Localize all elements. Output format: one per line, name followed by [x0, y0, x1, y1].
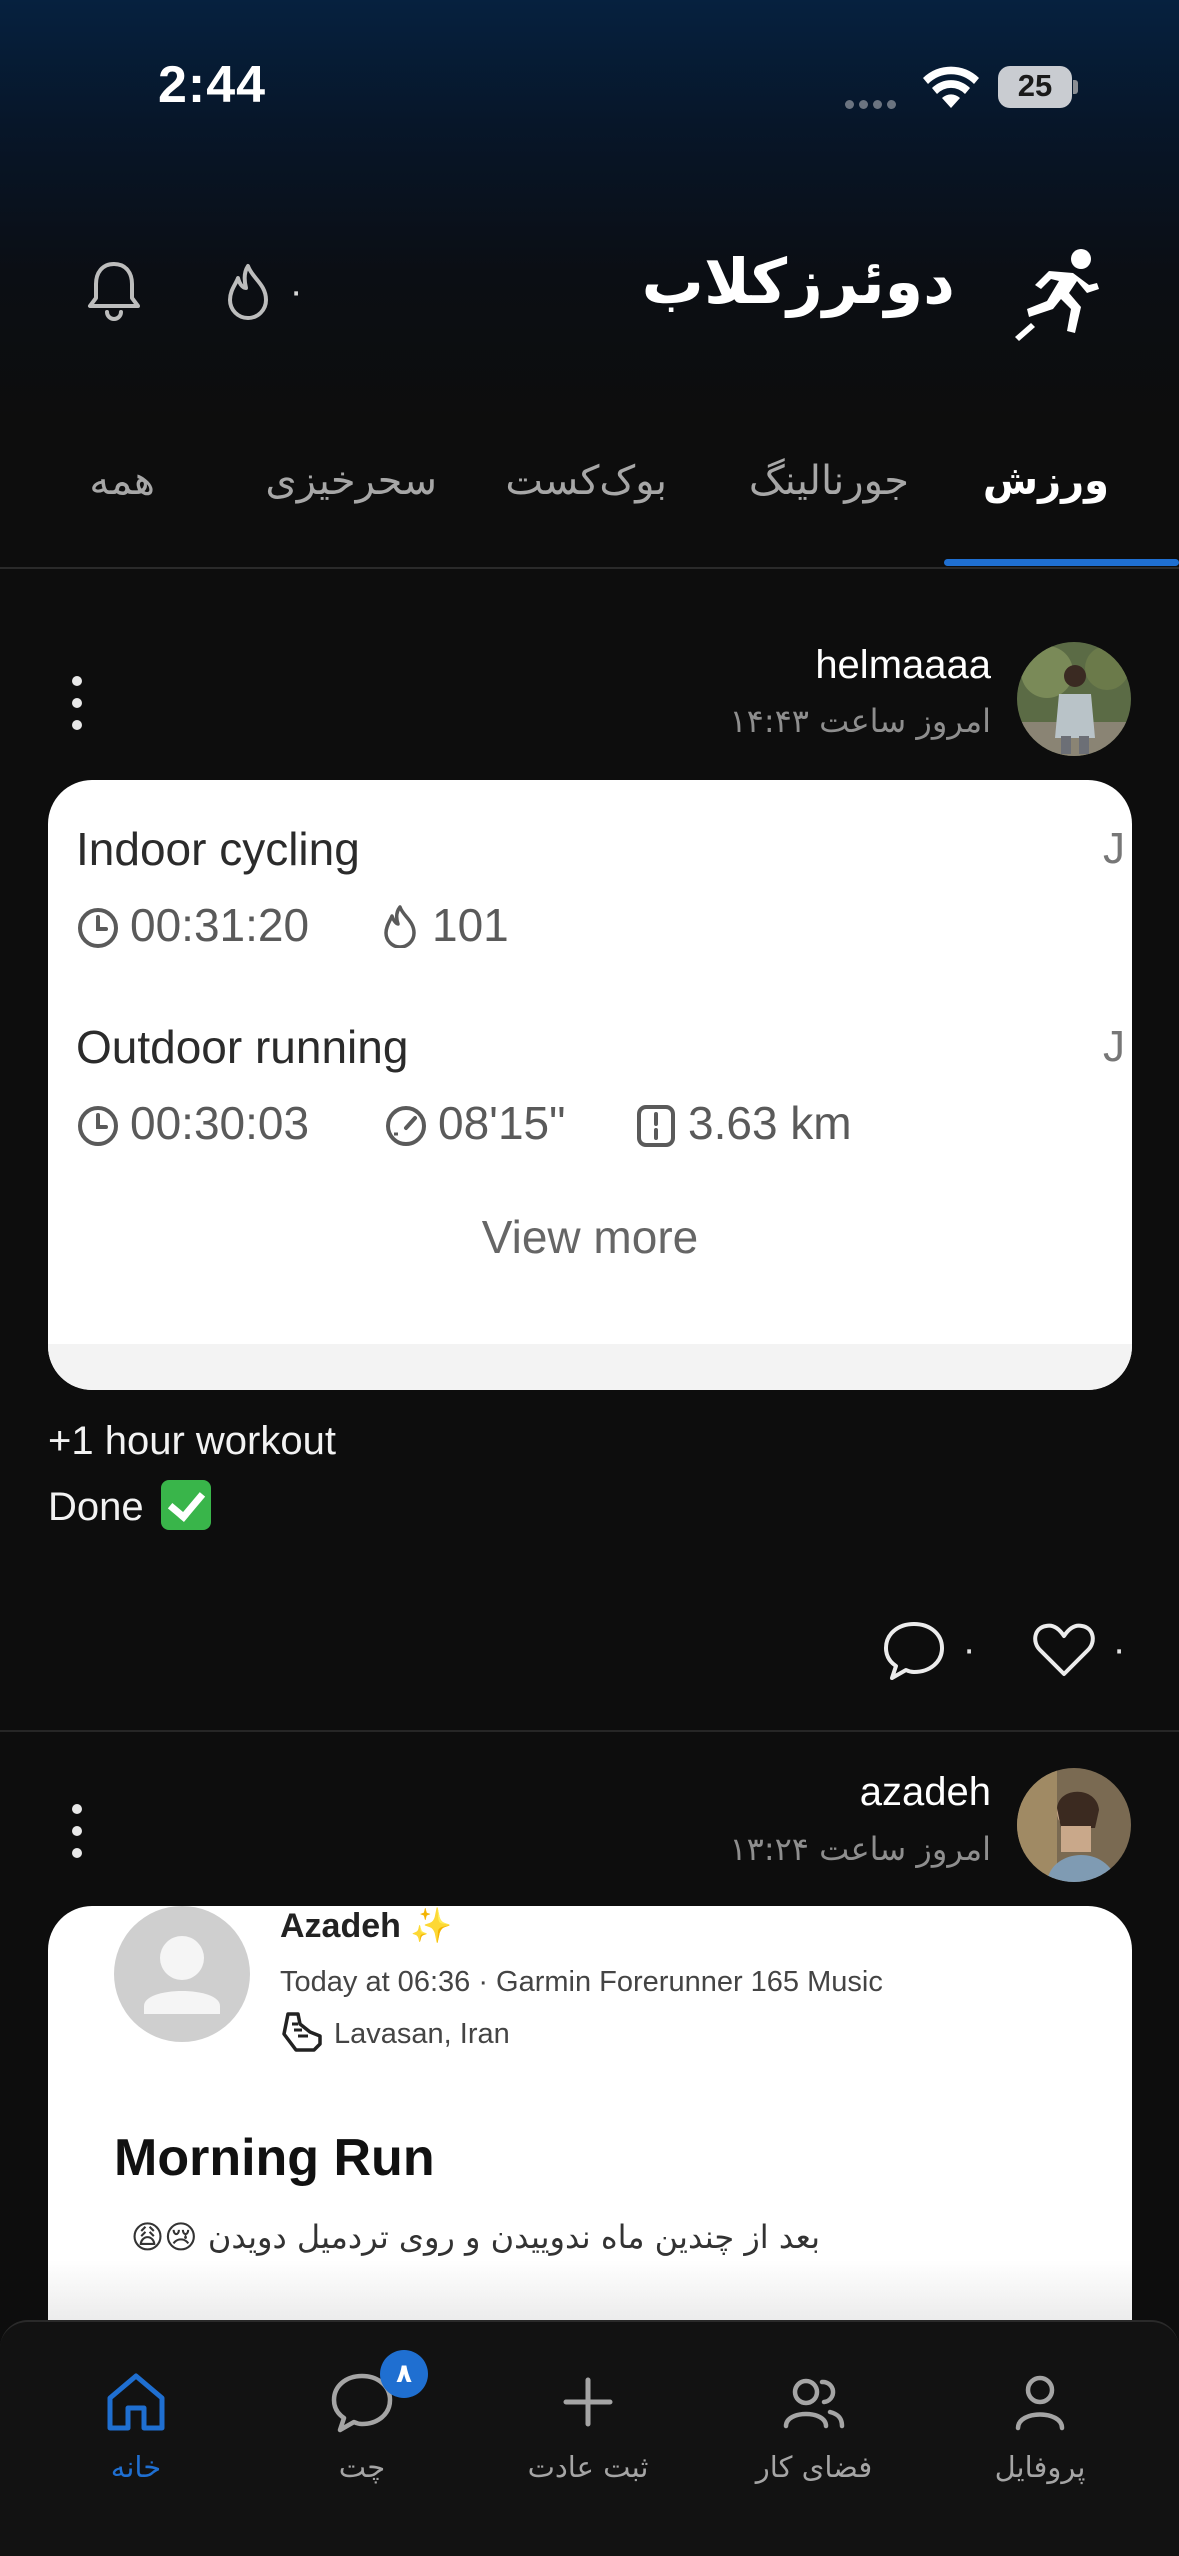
unread-badge: ۸	[380, 2350, 428, 2398]
streak-count: ۰	[287, 272, 306, 312]
default-avatar-icon	[114, 1906, 250, 2042]
clock-icon	[78, 1106, 118, 1146]
post-caption: +1 hour workout Done	[48, 1408, 336, 1540]
activity-description: بعد از چندین ماه ندوییدن و روی تردمیل دو…	[130, 2218, 820, 2256]
plus-icon	[563, 2377, 613, 2427]
shoe-icon	[282, 2012, 322, 2052]
profile-icon	[1015, 2375, 1065, 2431]
divider	[0, 567, 1179, 569]
tab-bookcast[interactable]: بوک‌کست	[505, 458, 667, 504]
category-tabs: ورزش جورنالینگ بوک‌کست سحرخیزی همه	[0, 430, 1179, 570]
cellular-signal-icon	[845, 94, 905, 109]
home-icon	[107, 2373, 165, 2431]
activity-duration: 00:30:03	[130, 1097, 310, 1149]
nav-label: ثبت عادت	[527, 2450, 649, 2484]
battery-icon: 25	[998, 66, 1078, 108]
nav-workspace[interactable]: فضای کار	[714, 2350, 914, 2490]
active-tab-indicator	[944, 559, 1179, 566]
activity-calories: 101	[432, 899, 509, 951]
nav-home[interactable]: خانه	[36, 2350, 236, 2490]
post-time: امروز ساعت ۱۳:۲۴	[729, 1830, 991, 1868]
avatar[interactable]	[1017, 1768, 1131, 1882]
heart-icon[interactable]	[1032, 1618, 1096, 1682]
nav-label: پروفایل	[994, 2450, 1086, 2484]
bell-icon[interactable]	[82, 258, 146, 322]
activity-title: Morning Run	[114, 2129, 435, 2187]
card-fade	[48, 2260, 1132, 2320]
activity-trailing-text: J	[1103, 824, 1125, 873]
status-time: 2:44	[158, 56, 267, 114]
activity-title: Outdoor running	[76, 1021, 409, 1073]
strava-activity-card[interactable]: Azadeh ✨ Today at 06:36 · Garmin Forerun…	[48, 1906, 1132, 2320]
pace-gauge-icon	[386, 1106, 426, 1146]
battery-level: 25	[1017, 68, 1053, 103]
workspace-icon	[783, 2378, 845, 2429]
nav-add-habit[interactable]: ثبت عادت	[488, 2350, 688, 2490]
bottom-navigation: خانه ۸ چت ثبت عادت فضای کار پروفایل	[0, 2320, 1179, 2556]
comment-icon[interactable]	[882, 1618, 946, 1682]
workout-card[interactable]: Indoor cycling J 00:31:20 101 Outdoor ru…	[48, 780, 1132, 1390]
tab-sport[interactable]: ورزش	[983, 458, 1109, 504]
like-count: ۰	[1110, 1630, 1129, 1670]
activity-trailing-text: J	[1103, 1022, 1125, 1071]
tab-journaling[interactable]: جورنالینگ	[749, 458, 909, 504]
card-footer	[48, 1344, 1132, 1390]
avatar[interactable]	[1017, 642, 1131, 756]
nav-profile[interactable]: پروفایل	[940, 2350, 1140, 2490]
wifi-icon	[923, 66, 979, 108]
tab-all[interactable]: همه	[89, 458, 155, 504]
caption-line: +1 hour workout	[48, 1419, 336, 1463]
activity-title: Indoor cycling	[76, 823, 360, 875]
nav-chat[interactable]: ۸ چت	[262, 2350, 462, 2490]
post-username[interactable]: azadeh	[860, 1770, 991, 1815]
activity-location: Lavasan, Iran	[334, 2018, 510, 2050]
more-options-button[interactable]	[64, 676, 90, 736]
caption-line: Done	[48, 1474, 336, 1540]
more-options-button[interactable]	[64, 1804, 90, 1864]
post-time: امروز ساعت ۱۴:۴۳	[729, 702, 991, 740]
flame-icon[interactable]	[222, 262, 274, 324]
activity-distance: 3.63 km	[688, 1097, 852, 1149]
distance-road-icon	[637, 1105, 675, 1147]
comment-count: ۰	[960, 1630, 979, 1670]
view-more-button[interactable]: View more	[48, 1210, 1132, 1264]
nav-label: خانه	[110, 2450, 162, 2484]
post-username[interactable]: helmaaaa	[815, 643, 991, 688]
caption-text: Done	[48, 1485, 144, 1529]
flame-icon	[384, 905, 416, 948]
runner-logo-icon	[1015, 249, 1099, 341]
nav-label: فضای کار	[755, 2450, 873, 2484]
app-title: دوئرزکلاب	[641, 245, 955, 318]
check-mark-icon	[160, 1480, 211, 1530]
clock-icon	[78, 908, 118, 948]
activity-duration: 00:31:20	[130, 899, 310, 951]
divider	[0, 1730, 1179, 1732]
nav-label: چت	[338, 2450, 386, 2484]
tab-early-rising[interactable]: سحرخیزی	[265, 458, 437, 504]
activity-meta: Today at 06:36 · Garmin Forerunner 165 M…	[280, 1966, 883, 1998]
athlete-name: Azadeh ✨	[280, 1907, 453, 1945]
activity-pace: 08'15"	[438, 1097, 566, 1149]
